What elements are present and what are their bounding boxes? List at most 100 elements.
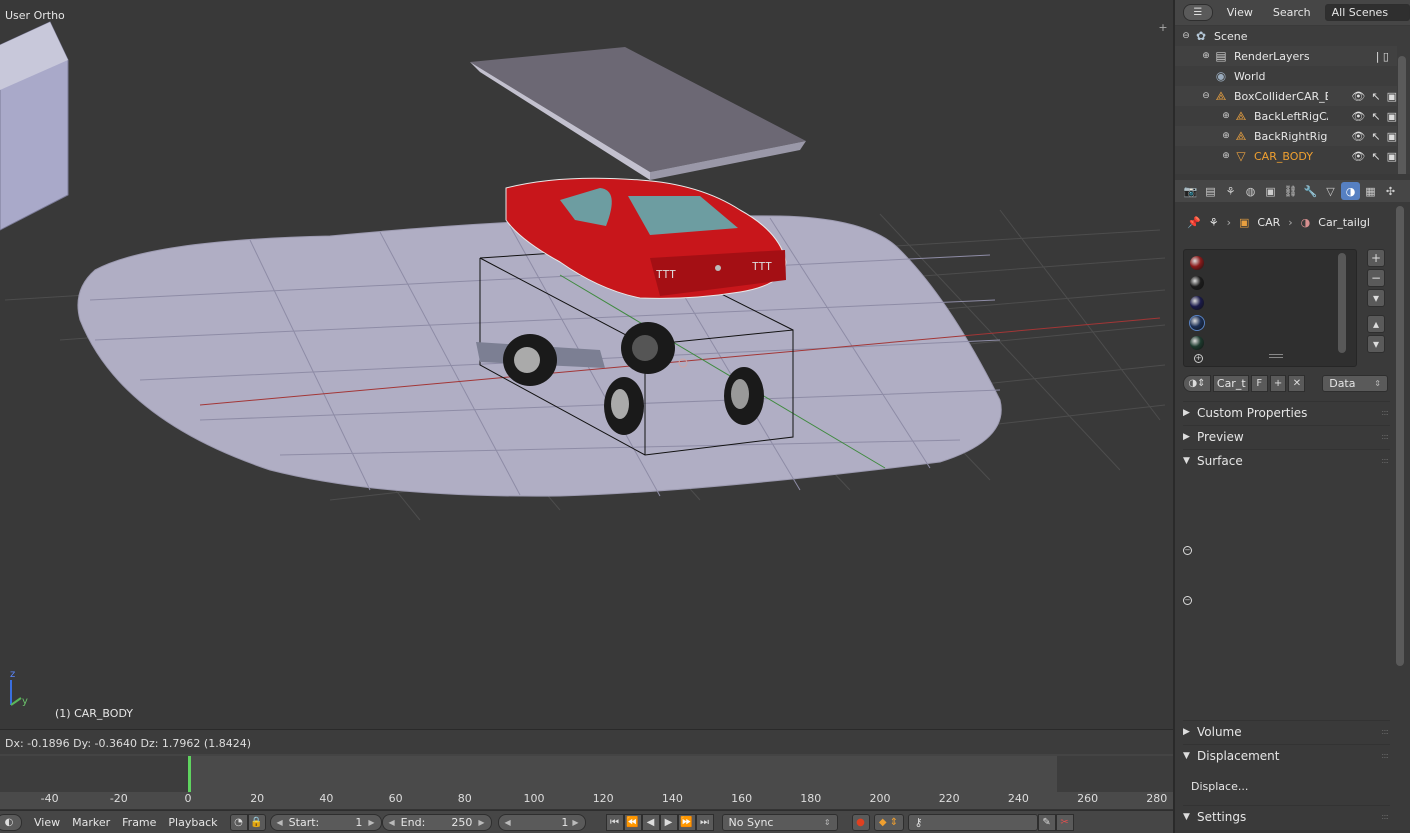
decrement-icon[interactable]: ◀	[389, 818, 395, 827]
properties-scrollbar[interactable]	[1396, 206, 1404, 666]
browse-material-icon[interactable]: ◑⇕	[1183, 374, 1211, 392]
prev-keyframe-icon[interactable]: ⏪	[623, 813, 642, 831]
menu-playback[interactable]: Playback	[168, 816, 217, 829]
resize-grip-icon[interactable]	[1269, 354, 1283, 358]
timeline-editor[interactable]: -40 -20 0 20 40 60 80 100 120 140 160 180 200 220 240 2…	[0, 754, 1173, 833]
outliner-row-carbody[interactable]: ⊕ ▽ CAR_BODY 👁 ↖ ▣	[1175, 146, 1397, 166]
tab-texture-icon[interactable]: ▦	[1361, 182, 1380, 200]
cursor-icon[interactable]: ↖	[1371, 90, 1380, 103]
eye-icon[interactable]: 👁	[1351, 130, 1365, 143]
expand-icon[interactable]: ⊕	[1201, 51, 1211, 61]
preview-range-icon[interactable]: ◔	[229, 813, 248, 831]
decrement-icon[interactable]: ◀	[277, 818, 283, 827]
delete-keyframe-icon[interactable]: ✂	[1055, 813, 1074, 831]
collapse-icon[interactable]: ⊖	[1201, 91, 1211, 101]
keying-set-field[interactable]: ⚷	[907, 813, 1038, 831]
current-frame-field[interactable]: ◀ 1 ▶	[497, 813, 586, 831]
drag-grip-icon[interactable]: ::::	[1381, 432, 1389, 441]
drag-grip-icon[interactable]: ::::	[1381, 456, 1389, 465]
tab-constraints-icon[interactable]: ⛓	[1281, 182, 1300, 200]
cursor-icon[interactable]: ↖	[1371, 110, 1380, 123]
unlink-material-icon[interactable]: ✕	[1288, 374, 1306, 392]
menu-view[interactable]: View	[34, 816, 60, 829]
3d-viewport[interactable]: TTT TTT z y User Ortho (1) CAR_BODY + Dx…	[0, 0, 1173, 754]
play-icon[interactable]: ▶	[659, 813, 678, 831]
link-select[interactable]: Data ⇕	[1322, 374, 1388, 392]
outliner-row-backleft[interactable]: ⊕ ⟁ BackLeftRigCA 👁 ↖ ▣	[1175, 106, 1397, 126]
tab-modifiers-icon[interactable]: 🔧	[1301, 182, 1320, 200]
drag-grip-icon[interactable]: ::::	[1381, 751, 1389, 760]
outliner-menu-view[interactable]: View	[1227, 6, 1253, 19]
camera-icon[interactable]: ▣	[1387, 110, 1397, 123]
panel-custom-properties[interactable]: ▶ Custom Properties ::::	[1183, 401, 1390, 423]
panel-displacement[interactable]: ▼ Displacement ::::	[1183, 744, 1390, 766]
insert-keyframe-icon[interactable]: ✎	[1037, 813, 1056, 831]
camera-icon[interactable]: ▣	[1387, 90, 1397, 103]
outliner-row-renderlayers[interactable]: ⊕ ▤ RenderLayers | ▯	[1175, 46, 1397, 66]
collapse-node-icon[interactable]: −	[1183, 596, 1192, 605]
display-mode-select[interactable]: All Scenes	[1324, 4, 1410, 21]
tab-scene-icon[interactable]: ⚘	[1221, 182, 1240, 200]
increment-icon[interactable]: ▶	[572, 818, 578, 827]
panel-preview[interactable]: ▶ Preview ::::	[1183, 425, 1390, 447]
fake-user-button[interactable]: F	[1250, 374, 1268, 392]
add-small-icon[interactable]: +	[1194, 354, 1203, 363]
displace-field[interactable]: Displace...	[1191, 780, 1248, 793]
collapse-node-icon[interactable]: −	[1183, 546, 1192, 555]
panel-surface[interactable]: ▼ Surface ::::	[1183, 449, 1390, 471]
slot-list-scrollbar[interactable]	[1338, 253, 1346, 353]
frame-cursor[interactable]	[188, 756, 191, 792]
sync-mode-select[interactable]: No Sync ⇕	[721, 813, 838, 831]
expand-icon[interactable]: ⊕	[1221, 151, 1231, 161]
tab-world-icon[interactable]: ◍	[1241, 182, 1260, 200]
material-slot-icon[interactable]	[1190, 296, 1204, 310]
tab-object-icon[interactable]: ▣	[1261, 182, 1280, 200]
expand-icon[interactable]: ⊕	[1221, 131, 1231, 141]
toolshelf-toggle-icon[interactable]: +	[1157, 22, 1169, 34]
editor-type-icon[interactable]: ◐	[0, 813, 22, 831]
keying-mode-icon[interactable]: ◆ ⇕	[873, 813, 904, 831]
cursor-icon[interactable]: ↖	[1371, 130, 1380, 143]
outliner-row-scene[interactable]: ⊖ ✿ Scene	[1175, 26, 1397, 46]
drag-grip-icon[interactable]: ::::	[1381, 727, 1389, 736]
render-layer-toggle-icon[interactable]: | ▯	[1376, 50, 1389, 63]
pin-icon[interactable]: 📌	[1187, 216, 1201, 229]
outliner-row-backright[interactable]: ⊕ ⟁ BackRightRigC 👁 ↖ ▣	[1175, 126, 1397, 146]
tab-data-icon[interactable]: ▽	[1321, 182, 1340, 200]
increment-icon[interactable]: ▶	[478, 818, 484, 827]
move-slot-up-button[interactable]: ▴	[1367, 315, 1385, 333]
collapse-icon[interactable]: ⊖	[1181, 31, 1191, 41]
move-slot-down-button[interactable]: ▾	[1367, 335, 1385, 353]
menu-frame[interactable]: Frame	[122, 816, 156, 829]
material-slot-icon[interactable]	[1190, 336, 1204, 350]
outliner-row-world[interactable]: ◉ World	[1175, 66, 1397, 86]
material-slot-list[interactable]: +	[1183, 249, 1357, 367]
remove-slot-button[interactable]: −	[1367, 269, 1385, 287]
jump-start-icon[interactable]: ⏮	[605, 813, 624, 831]
jump-end-icon[interactable]: ⏭	[695, 813, 714, 831]
outliner-menu-search[interactable]: Search	[1273, 6, 1311, 19]
panel-volume[interactable]: ▶ Volume ::::	[1183, 720, 1390, 742]
camera-icon[interactable]: ▣	[1387, 150, 1397, 163]
material-slot-icon[interactable]	[1190, 276, 1204, 290]
new-material-icon[interactable]: +	[1269, 374, 1287, 392]
tab-material-icon[interactable]: ◑	[1341, 182, 1360, 200]
material-name-field[interactable]: Car_t	[1212, 374, 1249, 392]
material-slot-icon[interactable]	[1189, 315, 1205, 331]
drag-grip-icon[interactable]: ::::	[1381, 408, 1389, 417]
tab-layers-icon[interactable]: ▤	[1201, 182, 1220, 200]
expand-icon[interactable]: ⊕	[1221, 111, 1231, 121]
panel-settings[interactable]: ▼ Settings ::::	[1183, 805, 1390, 827]
lock-icon[interactable]: 🔒	[247, 813, 266, 831]
start-frame-field[interactable]: ◀ Start: 1 ▶	[269, 813, 382, 831]
frame-ruler[interactable]	[0, 792, 1173, 810]
outliner-tree[interactable]: ⊖ ✿ Scene ⊕ ▤ RenderLayers | ▯ ◉ World ⊖…	[1175, 26, 1410, 174]
eye-icon[interactable]: 👁	[1351, 90, 1365, 103]
timeline-track[interactable]	[0, 756, 1173, 792]
drag-grip-icon[interactable]: ::::	[1381, 812, 1389, 821]
add-slot-button[interactable]: +	[1367, 249, 1385, 267]
end-frame-field[interactable]: ◀ End: 250 ▶	[381, 813, 492, 831]
editor-type-icon[interactable]: ☰	[1183, 4, 1213, 21]
material-slot-icon[interactable]	[1190, 256, 1204, 270]
slot-specials-button[interactable]: ▾	[1367, 289, 1385, 307]
